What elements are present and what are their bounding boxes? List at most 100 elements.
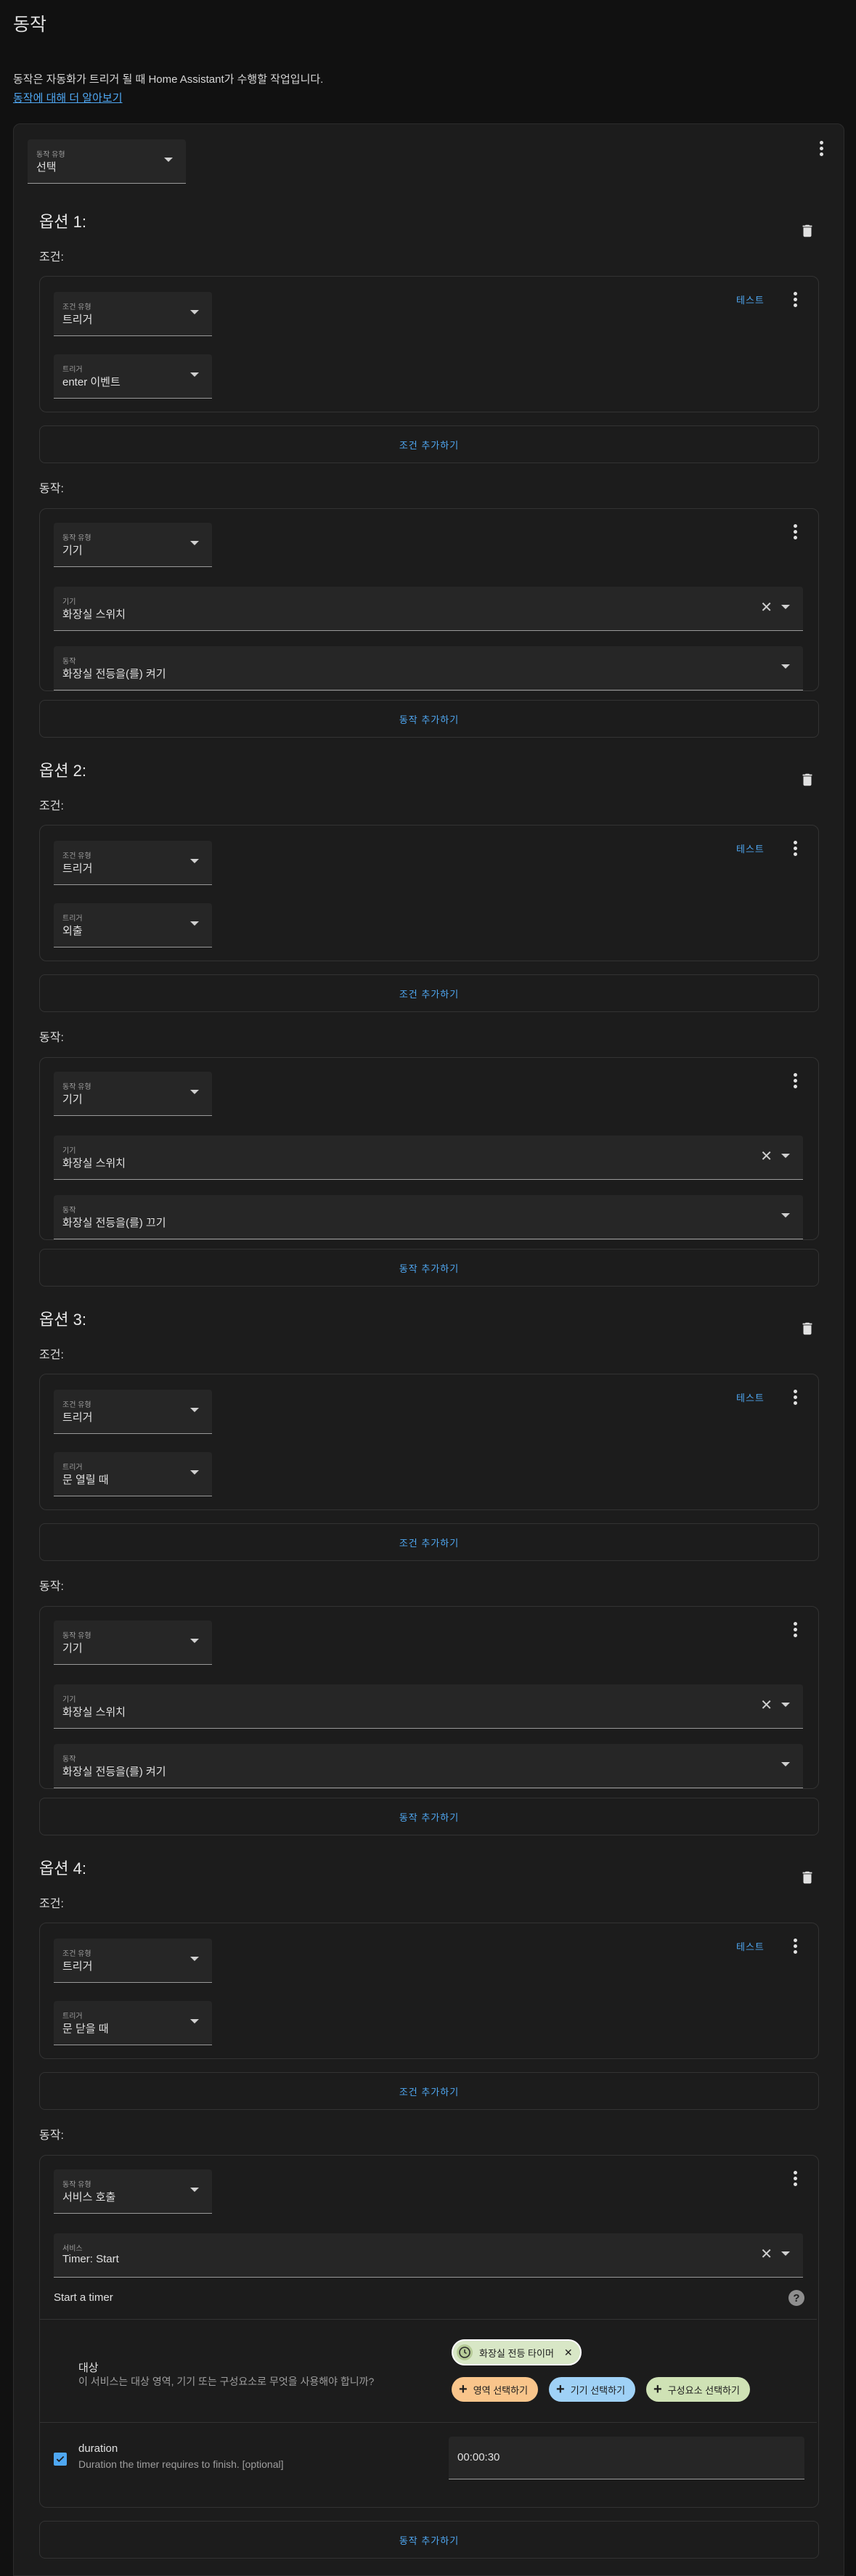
- service-select[interactable]: 서비스 Timer: Start ✕: [54, 2233, 803, 2278]
- remove-icon[interactable]: ✕: [564, 2347, 573, 2359]
- more-options-icon[interactable]: [784, 1618, 806, 1640]
- page-title: 동작: [13, 15, 47, 35]
- add-action-button[interactable]: 동작 추가하기: [39, 700, 819, 738]
- trigger-select[interactable]: 트리거 외출: [54, 903, 212, 947]
- check-icon: [56, 2455, 65, 2463]
- add-action-button[interactable]: 동작 추가하기: [39, 1249, 819, 1287]
- duration-description: Duration the timer requires to finish. […: [78, 2458, 284, 2470]
- chevron-down-icon: [190, 310, 199, 314]
- plus-icon: +: [459, 2381, 468, 2397]
- option-title: 옵션 4:: [39, 1859, 86, 1878]
- chevron-down-icon: [190, 2019, 199, 2023]
- delete-icon[interactable]: [799, 1320, 815, 1337]
- more-options-icon[interactable]: [784, 1935, 806, 1957]
- duration-checkbox[interactable]: [54, 2453, 67, 2466]
- chevron-down-icon: [781, 1762, 790, 1766]
- divider: [40, 2422, 817, 2423]
- more-options-icon[interactable]: [784, 521, 806, 542]
- chevron-down-icon: [190, 372, 199, 377]
- device-action-select[interactable]: 동작 화장실 전등을(를) 켜기: [54, 646, 803, 690]
- divider: [40, 2319, 817, 2320]
- clear-icon[interactable]: ✕: [760, 598, 773, 616]
- timer-icon: [457, 2344, 473, 2360]
- option-title: 옵션 2:: [39, 762, 86, 780]
- test-button[interactable]: 테스트: [736, 1390, 765, 1404]
- actions-label: 동작:: [39, 1032, 64, 1044]
- chevron-down-icon: [190, 1470, 199, 1475]
- plus-icon: +: [556, 2381, 565, 2397]
- help-icon[interactable]: ?: [788, 2290, 804, 2306]
- chevron-down-icon: [781, 2251, 790, 2256]
- chevron-down-icon: [190, 541, 199, 545]
- more-options-icon[interactable]: [784, 1069, 806, 1091]
- option-title: 옵션 3:: [39, 1311, 86, 1329]
- device-select[interactable]: 기기 화장실 스위치 ✕: [54, 587, 803, 631]
- add-condition-button[interactable]: 조건 추가하기: [39, 974, 819, 1012]
- conditions-label: 조건:: [39, 800, 64, 812]
- device-select[interactable]: 기기 화장실 스위치 ✕: [54, 1684, 803, 1729]
- learn-more-link[interactable]: 동작에 대해 더 알아보기: [13, 90, 123, 105]
- target-description: 이 서비스는 대상 영역, 기기 또는 구성요소로 무엇을 사용해야 합니까?: [78, 2376, 375, 2387]
- chevron-down-icon: [190, 1408, 199, 1412]
- chevron-down-icon: [190, 859, 199, 863]
- add-action-button[interactable]: 동작 추가하기: [39, 1798, 819, 1835]
- more-options-icon[interactable]: [784, 288, 806, 310]
- chevron-down-icon: [190, 1957, 199, 1961]
- more-options-icon[interactable]: [784, 2167, 806, 2189]
- add-action-button[interactable]: 동작 추가하기: [39, 2521, 819, 2559]
- trigger-select[interactable]: 트리거 문 닫을 때: [54, 2001, 212, 2045]
- target-entity-chip[interactable]: 화장실 전등 타이머 ✕: [452, 2339, 582, 2365]
- conditions-label: 조건:: [39, 251, 64, 264]
- chevron-down-icon: [190, 2188, 199, 2192]
- chevron-down-icon: [190, 1639, 199, 1643]
- duration-label: duration: [78, 2442, 118, 2455]
- add-condition-button[interactable]: 조건 추가하기: [39, 2072, 819, 2110]
- chevron-down-icon: [164, 158, 173, 162]
- chevron-down-icon: [190, 1090, 199, 1094]
- more-options-icon[interactable]: [810, 137, 832, 159]
- actions-label: 동작:: [39, 1581, 64, 1593]
- more-options-icon[interactable]: [784, 1386, 806, 1408]
- trigger-select[interactable]: 트리거 문 열릴 때: [54, 1452, 212, 1496]
- trigger-select[interactable]: 트리거 enter 이벤트: [54, 354, 212, 399]
- clear-icon[interactable]: ✕: [760, 2245, 773, 2263]
- delete-icon[interactable]: [799, 222, 815, 240]
- condition-type-select[interactable]: 조건 유형 트리거: [54, 1390, 212, 1434]
- action-type-select[interactable]: 동작 유형 선택: [28, 139, 186, 184]
- action-type-select[interactable]: 동작 유형 기기: [54, 1621, 212, 1665]
- test-button[interactable]: 테스트: [736, 1939, 765, 1953]
- device-select[interactable]: 기기 화장실 스위치 ✕: [54, 1136, 803, 1180]
- plus-icon: +: [653, 2381, 662, 2397]
- entity-chip-label: 화장실 전등 타이머: [479, 2347, 554, 2359]
- chevron-down-icon: [781, 605, 790, 609]
- condition-type-select[interactable]: 조건 유형 트리거: [54, 1939, 212, 1983]
- conditions-label: 조건:: [39, 1349, 64, 1361]
- delete-icon[interactable]: [799, 771, 815, 788]
- more-options-icon[interactable]: [784, 837, 806, 859]
- pick-entity-chip[interactable]: + 구성요소 선택하기: [646, 2377, 750, 2402]
- action-type-select[interactable]: 동작 유형 기기: [54, 1072, 212, 1116]
- add-condition-button[interactable]: 조건 추가하기: [39, 425, 819, 463]
- pick-area-chip[interactable]: + 영역 선택하기: [452, 2377, 539, 2402]
- duration-input[interactable]: 00:00:30: [449, 2437, 804, 2479]
- service-description: Start a timer: [54, 2291, 113, 2304]
- chevron-down-icon: [781, 1703, 790, 1707]
- conditions-label: 조건:: [39, 1898, 64, 1910]
- chevron-down-icon: [781, 1213, 790, 1218]
- test-button[interactable]: 테스트: [736, 841, 765, 855]
- test-button[interactable]: 테스트: [736, 293, 765, 306]
- action-type-select[interactable]: 동작 유형 서비스 호출: [54, 2169, 212, 2214]
- device-action-select[interactable]: 동작 화장실 전등을(를) 끄기: [54, 1195, 803, 1239]
- page-description: 동작은 자동화가 트리거 될 때 Home Assistant가 수행할 작업입…: [13, 73, 324, 86]
- clear-icon[interactable]: ✕: [760, 1696, 773, 1714]
- actions-label: 동작:: [39, 483, 64, 495]
- add-condition-button[interactable]: 조건 추가하기: [39, 1523, 819, 1561]
- pick-device-chip[interactable]: + 기기 선택하기: [549, 2377, 636, 2402]
- device-action-select[interactable]: 동작 화장실 전등을(를) 켜기: [54, 1744, 803, 1788]
- action-type-select[interactable]: 동작 유형 기기: [54, 523, 212, 567]
- option-title: 옵션 1:: [39, 213, 86, 231]
- clear-icon[interactable]: ✕: [760, 1147, 773, 1165]
- delete-icon[interactable]: [799, 1869, 815, 1886]
- condition-type-select[interactable]: 조건 유형 트리거: [54, 292, 212, 336]
- condition-type-select[interactable]: 조건 유형 트리거: [54, 841, 212, 885]
